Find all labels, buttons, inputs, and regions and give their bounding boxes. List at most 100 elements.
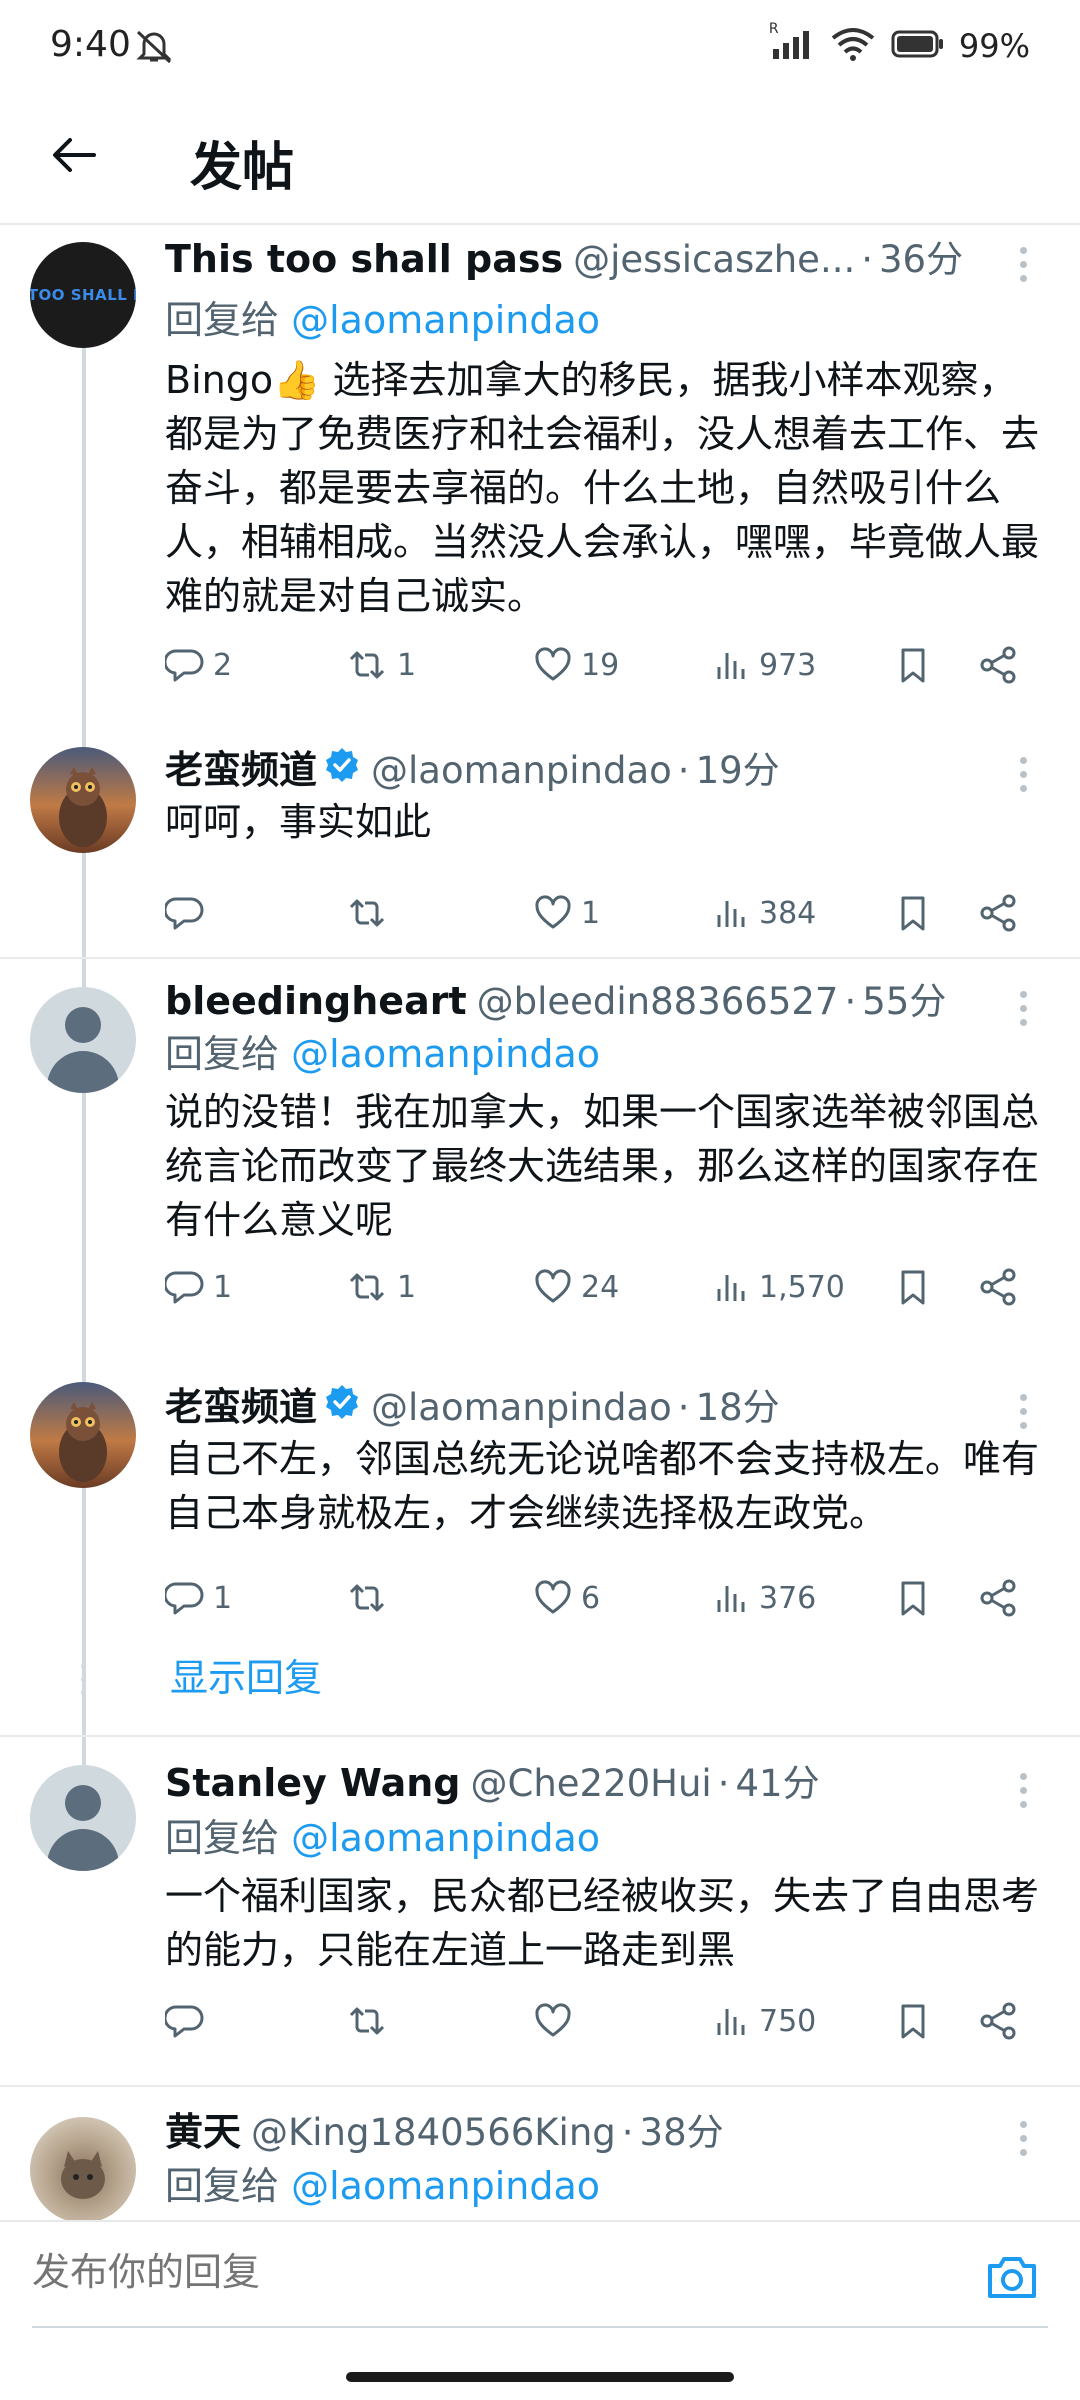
more-icon[interactable]: [1020, 1394, 1030, 1436]
divider: [0, 957, 1080, 959]
author-name[interactable]: This too shall pass: [165, 237, 563, 281]
replies-feed[interactable]: S TOO SHALL PA This too shall pass @jess…: [0, 227, 1080, 2220]
author-name[interactable]: bleedingheart: [165, 979, 467, 1023]
author-name[interactable]: 老蛮频道: [165, 1376, 317, 1431]
views-button[interactable]: 973: [711, 637, 816, 693]
views-button[interactable]: 1,570: [711, 1259, 845, 1315]
reply-to: 回复给 @laomanpindao: [165, 289, 600, 344]
more-icon[interactable]: [1020, 1773, 1030, 1815]
like-count: 19: [581, 647, 620, 683]
like-button[interactable]: 1: [533, 885, 600, 941]
reply-input[interactable]: [32, 2252, 932, 2295]
repost-button[interactable]: [345, 1570, 397, 1626]
avatar[interactable]: [30, 987, 136, 1093]
more-icon[interactable]: [1020, 757, 1030, 799]
more-icon[interactable]: [1020, 991, 1030, 1033]
reply-icon: [165, 2005, 204, 2038]
avatar[interactable]: [30, 747, 136, 853]
verified-icon: [323, 1383, 361, 1425]
reply-icon: [165, 1582, 204, 1615]
post-header: 黄天 @King1840566King · 38分: [165, 2101, 1050, 2157]
owl-avatar-image: [59, 767, 107, 847]
bookmark-button[interactable]: [893, 885, 933, 941]
views-button[interactable]: 384: [711, 885, 816, 941]
bookmark-button[interactable]: [893, 1993, 933, 2049]
like-button[interactable]: 19: [533, 637, 619, 693]
views-button[interactable]: 376: [711, 1570, 816, 1626]
author-handle[interactable]: @Che220Hui: [470, 1762, 711, 1805]
reply-count: 1: [213, 1580, 233, 1616]
post-header: 老蛮频道 @laomanpindao · 18分: [165, 1376, 1050, 1432]
bookmark-button[interactable]: [893, 1259, 933, 1315]
network-tag: R: [768, 21, 779, 37]
share-button[interactable]: [977, 1993, 1021, 2049]
author-handle[interactable]: @jessicaszhe...: [573, 238, 855, 281]
like-count: 6: [581, 1580, 601, 1616]
bookmark-button[interactable]: [893, 1570, 933, 1626]
avatar[interactable]: [30, 2117, 136, 2220]
separator-dot: ·: [677, 1386, 690, 1429]
reply-button[interactable]: [165, 885, 213, 941]
repost-button[interactable]: 1: [345, 637, 416, 693]
author-name[interactable]: 黄天: [165, 2101, 241, 2156]
bookmark-button[interactable]: [893, 637, 933, 693]
more-icon[interactable]: [1020, 2121, 1030, 2163]
reply-button[interactable]: 2: [165, 637, 232, 693]
show-replies-link[interactable]: 显示回复: [170, 1647, 322, 1702]
more-icon[interactable]: [1020, 247, 1030, 289]
avatar-text: S TOO SHALL PA: [30, 286, 136, 304]
camera-button[interactable]: [984, 2252, 1040, 2306]
author-handle[interactable]: @bleedin88366527: [477, 980, 839, 1023]
repost-button[interactable]: [345, 885, 397, 941]
repost-icon: [349, 1273, 385, 1301]
views-icon: [717, 1275, 745, 1301]
post-header: This too shall pass @jessicaszhe... · 36…: [165, 229, 1050, 285]
share-button[interactable]: [977, 637, 1021, 693]
cat-avatar-image: [61, 2151, 105, 2199]
author-name[interactable]: Stanley Wang: [165, 1761, 460, 1805]
share-button[interactable]: [977, 885, 1021, 941]
like-button[interactable]: 24: [533, 1259, 619, 1315]
author-name[interactable]: 老蛮频道: [165, 739, 317, 794]
bookmark-icon: [901, 1270, 925, 1305]
avatar[interactable]: [30, 1382, 136, 1488]
post-actions: 750: [165, 1993, 1045, 2049]
reply-button[interactable]: [165, 1993, 213, 2049]
post-text: 一个福利国家，民众都已经被收买，失去了自由思考的能力，只能在左道上一路走到黑: [165, 1874, 1040, 1972]
back-arrow-icon: [53, 138, 96, 172]
battery-percent: 99%: [958, 27, 1030, 65]
post-time: 18分: [695, 1386, 780, 1429]
reply-mention[interactable]: @laomanpindao: [291, 298, 600, 342]
views-icon: [717, 2009, 745, 2035]
author-handle[interactable]: @laomanpindao: [371, 749, 672, 792]
reply-icon: [165, 897, 204, 930]
post-actions: 1 6 376: [165, 1570, 1045, 1626]
bookmark-icon: [901, 648, 925, 683]
author-handle[interactable]: @laomanpindao: [371, 1386, 672, 1429]
reply-to: 回复给 @laomanpindao: [165, 1807, 600, 1862]
reply-button[interactable]: 1: [165, 1570, 232, 1626]
share-icon: [980, 894, 1016, 932]
repost-button[interactable]: 1: [345, 1259, 416, 1315]
thread-line: [82, 1227, 86, 1787]
reply-mention[interactable]: @laomanpindao: [291, 2164, 600, 2208]
views-button[interactable]: 750: [711, 1993, 816, 2049]
repost-icon: [349, 651, 385, 679]
reply-prefix: 回复给: [165, 1032, 280, 1076]
author-handle[interactable]: @King1840566King: [251, 2111, 616, 2154]
like-button[interactable]: 6: [533, 1570, 600, 1626]
avatar[interactable]: S TOO SHALL PA: [30, 242, 136, 348]
repost-icon: [349, 899, 385, 927]
share-button[interactable]: [977, 1570, 1021, 1626]
home-indicator[interactable]: [346, 2372, 734, 2382]
like-button[interactable]: [533, 1993, 581, 2049]
avatar[interactable]: [30, 1765, 136, 1871]
post-text: 自己不左，邻国总统无论说啥都不会支持极左。唯有自己本身就极左，才会继续选择极左政…: [165, 1437, 1040, 1535]
reply-mention[interactable]: @laomanpindao: [291, 1032, 600, 1076]
reply-icon: [165, 1271, 204, 1304]
reply-mention[interactable]: @laomanpindao: [291, 1816, 600, 1860]
reply-button[interactable]: 1: [165, 1259, 232, 1315]
share-button[interactable]: [977, 1259, 1021, 1315]
back-button[interactable]: [44, 125, 104, 185]
repost-button[interactable]: [345, 1993, 397, 2049]
